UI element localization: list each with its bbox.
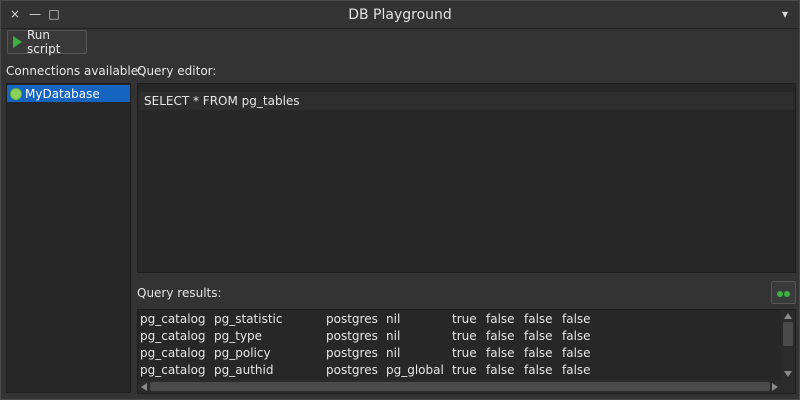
inspect-results-button[interactable] xyxy=(771,281,796,304)
table-cell: pg_catalog xyxy=(140,346,206,360)
run-script-button[interactable]: Run script xyxy=(7,28,87,56)
table-cell: pg_authid xyxy=(214,363,274,377)
results-horizontal-scrollbar[interactable] xyxy=(138,380,795,393)
table-cell: pg_statistic xyxy=(214,312,283,326)
table-row[interactable]: pg_catalog pg_type postgres nil true fal… xyxy=(140,329,780,346)
table-cell: nil xyxy=(386,312,401,326)
table-cell: false xyxy=(524,346,553,360)
table-cell: postgres xyxy=(326,346,378,360)
table-cell: false xyxy=(486,346,515,360)
scroll-up-icon[interactable] xyxy=(784,313,792,319)
table-cell: false xyxy=(486,329,515,343)
window-title: DB Playground xyxy=(348,7,452,23)
title-bar[interactable]: × — □ DB Playground ▾ xyxy=(1,1,799,29)
table-cell: false xyxy=(562,329,591,343)
table-cell: false xyxy=(524,329,553,343)
connections-label: Connections available: xyxy=(6,64,143,78)
table-cell: true xyxy=(452,312,477,326)
database-status-icon xyxy=(10,87,22,100)
connections-list[interactable]: MyDatabase xyxy=(6,83,131,393)
table-row[interactable]: pg_catalog pg_authid postgres pg_global … xyxy=(140,363,780,379)
table-cell: false xyxy=(486,312,515,326)
table-cell: postgres xyxy=(326,312,378,326)
scroll-left-icon[interactable] xyxy=(141,383,147,391)
table-cell: true xyxy=(452,363,477,377)
query-results-table[interactable]: pg_catalog pg_statistic postgres nil tru… xyxy=(137,309,796,394)
table-cell: nil xyxy=(386,329,401,343)
play-icon xyxy=(13,36,22,48)
table-cell: false xyxy=(524,312,553,326)
table-cell: pg_global xyxy=(386,363,444,377)
table-cell: false xyxy=(562,346,591,360)
editor-current-line[interactable]: SELECT * FROM pg_tables xyxy=(139,92,794,110)
horizontal-scroll-thumb[interactable] xyxy=(150,382,770,391)
inspect-icon xyxy=(777,291,791,297)
table-cell: pg_catalog xyxy=(140,329,206,343)
table-cell: true xyxy=(452,346,477,360)
table-cell: pg_catalog xyxy=(140,363,206,377)
db-playground-window: × — □ DB Playground ▾ Run script Connect… xyxy=(0,0,800,400)
table-cell: false xyxy=(562,312,591,326)
scroll-right-icon[interactable] xyxy=(772,383,778,391)
query-text[interactable]: SELECT * FROM pg_tables xyxy=(144,94,300,108)
toolbar: Run script xyxy=(1,28,799,57)
window-menu-icon[interactable]: ▾ xyxy=(778,7,792,21)
connection-item-mydatabase[interactable]: MyDatabase xyxy=(7,85,130,102)
table-cell: false xyxy=(486,363,515,377)
results-grid: pg_catalog pg_statistic postgres nil tru… xyxy=(140,312,780,379)
query-editor[interactable]: SELECT * FROM pg_tables xyxy=(137,83,796,273)
scroll-down-icon[interactable] xyxy=(784,371,792,377)
table-cell: false xyxy=(562,363,591,377)
connection-label: MyDatabase xyxy=(25,86,100,101)
table-row[interactable]: pg_catalog pg_statistic postgres nil tru… xyxy=(140,312,780,329)
query-editor-label: Query editor: xyxy=(137,64,217,78)
table-row[interactable]: pg_catalog pg_policy postgres nil true f… xyxy=(140,346,780,363)
table-cell: postgres xyxy=(326,329,378,343)
table-cell: postgres xyxy=(326,363,378,377)
table-cell: true xyxy=(452,329,477,343)
results-vertical-scrollbar[interactable] xyxy=(781,310,795,380)
table-cell: pg_policy xyxy=(214,346,271,360)
query-results-label: Query results: xyxy=(137,286,222,300)
run-script-label: Run script xyxy=(27,28,61,56)
table-cell: pg_catalog xyxy=(140,312,206,326)
table-cell: nil xyxy=(386,346,401,360)
vertical-scroll-thumb[interactable] xyxy=(783,322,793,346)
table-cell: false xyxy=(524,363,553,377)
table-cell: pg_type xyxy=(214,329,263,343)
